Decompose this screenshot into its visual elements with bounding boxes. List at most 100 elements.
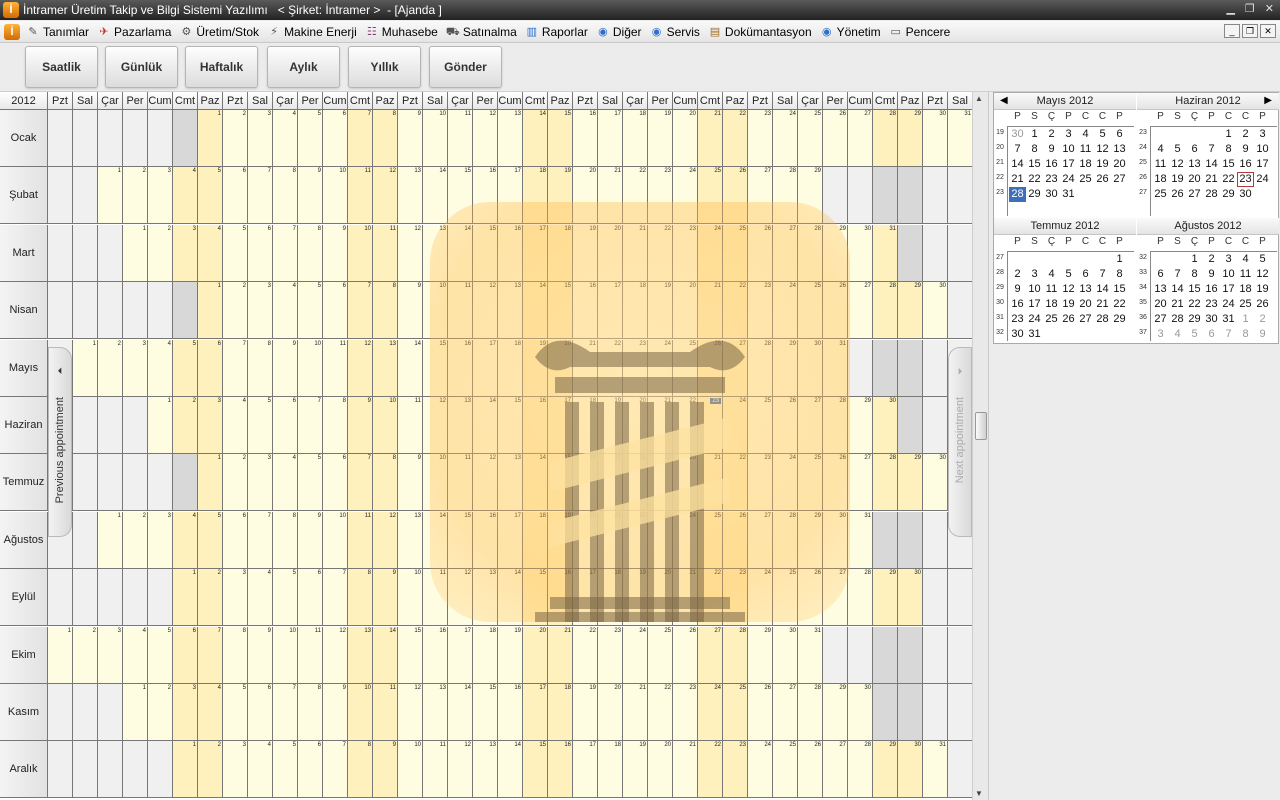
mini-day[interactable]: 9 <box>1254 327 1271 342</box>
day-cell[interactable]: 1 <box>48 627 73 684</box>
day-cell[interactable]: 5 <box>248 397 273 454</box>
yearly-button[interactable]: Yıllık <box>348 46 421 88</box>
mini-day[interactable]: 2 <box>1254 312 1271 327</box>
day-cell[interactable]: 6 <box>173 627 198 684</box>
day-cell[interactable]: 26 <box>723 512 748 569</box>
mini-day[interactable]: 31 <box>1060 187 1077 202</box>
day-cell[interactable]: 28 <box>823 397 848 454</box>
day-cell[interactable]: 28 <box>873 110 898 167</box>
mini-day[interactable]: 15 <box>1111 282 1128 297</box>
mini-day[interactable]: 13 <box>1111 142 1128 157</box>
day-cell[interactable]: 28 <box>748 340 773 397</box>
day-cell[interactable]: 25 <box>698 512 723 569</box>
day-cell[interactable]: 25 <box>773 569 798 626</box>
day-cell[interactable]: 20 <box>573 167 598 224</box>
mini-day[interactable]: 28 <box>1009 187 1026 202</box>
mini-day[interactable]: 17 <box>1060 157 1077 172</box>
day-cell[interactable]: 18 <box>473 627 498 684</box>
day-cell[interactable]: 2 <box>123 167 148 224</box>
day-cell[interactable]: 29 <box>873 741 898 798</box>
day-cell[interactable]: 24 <box>648 340 673 397</box>
day-cell[interactable]: 23 <box>748 282 773 339</box>
mini-day[interactable]: 17 <box>1254 157 1271 172</box>
day-cell[interactable]: 1 <box>98 167 123 224</box>
day-cell[interactable]: 22 <box>723 110 748 167</box>
mini-day[interactable]: 23 <box>1043 172 1060 187</box>
day-cell[interactable]: 9 <box>323 684 348 741</box>
menu-item-4[interactable]: ☷ Muhasebe <box>363 22 444 42</box>
mini-day[interactable]: 17 <box>1026 297 1043 312</box>
day-cell[interactable]: 29 <box>748 627 773 684</box>
mini-day[interactable]: 11 <box>1043 282 1060 297</box>
day-cell[interactable]: 11 <box>323 340 348 397</box>
monthly-button[interactable]: Aylık <box>267 46 340 88</box>
day-cell[interactable]: 3 <box>173 225 198 282</box>
day-cell[interactable]: 22 <box>698 741 723 798</box>
day-cell[interactable]: 4 <box>123 627 148 684</box>
day-cell[interactable]: 15 <box>548 454 573 511</box>
menu-item-6[interactable]: ▥ Raporlar <box>523 22 594 42</box>
mini-day[interactable]: 25 <box>1152 187 1169 202</box>
day-cell[interactable]: 29 <box>798 512 823 569</box>
day-cell[interactable]: 29 <box>823 225 848 282</box>
mini-day[interactable]: 4 <box>1237 252 1254 267</box>
menu-item-0[interactable]: ✎ Tanımlar <box>24 22 95 42</box>
day-cell[interactable]: 21 <box>673 569 698 626</box>
day-cell[interactable]: 3 <box>148 512 173 569</box>
day-cell[interactable]: 15 <box>548 282 573 339</box>
day-cell[interactable]: 21 <box>698 282 723 339</box>
mini-day[interactable]: 1 <box>1026 127 1043 142</box>
next-appointment-tab[interactable]: ⏵ Next appointment <box>948 347 972 537</box>
day-cell[interactable]: 23 <box>673 684 698 741</box>
day-cell[interactable]: 25 <box>698 167 723 224</box>
day-cell[interactable]: 26 <box>773 397 798 454</box>
day-cell[interactable]: 21 <box>623 684 648 741</box>
mini-day[interactable]: 18 <box>1237 282 1254 297</box>
menu-item-8[interactable]: ◉ Servis <box>648 22 706 42</box>
day-cell[interactable]: 3 <box>248 110 273 167</box>
day-cell[interactable]: 28 <box>773 512 798 569</box>
day-cell[interactable]: 25 <box>798 454 823 511</box>
day-cell[interactable]: 17 <box>523 684 548 741</box>
mini-day[interactable]: 25 <box>1043 312 1060 327</box>
scroll-down-icon[interactable]: ▼ <box>975 789 983 798</box>
mini-day[interactable]: 3 <box>1254 127 1271 142</box>
day-cell[interactable]: 20 <box>598 684 623 741</box>
day-cell[interactable]: 28 <box>848 741 873 798</box>
day-cell[interactable]: 18 <box>598 569 623 626</box>
day-cell[interactable]: 23 <box>648 512 673 569</box>
day-cell[interactable]: 15 <box>498 397 523 454</box>
day-cell[interactable]: 9 <box>298 512 323 569</box>
day-cell[interactable]: 29 <box>898 454 923 511</box>
day-cell[interactable]: 13 <box>473 569 498 626</box>
mini-day[interactable]: 18 <box>1077 157 1094 172</box>
day-cell[interactable]: 11 <box>373 684 398 741</box>
day-cell[interactable]: 24 <box>773 110 798 167</box>
day-cell[interactable]: 2 <box>198 741 223 798</box>
day-cell[interactable]: 18 <box>623 454 648 511</box>
day-cell[interactable]: 14 <box>448 684 473 741</box>
day-cell[interactable]: 27 <box>748 512 773 569</box>
day-cell[interactable]: 6 <box>223 167 248 224</box>
day-cell[interactable]: 19 <box>648 110 673 167</box>
day-cell[interactable]: 1 <box>198 282 223 339</box>
day-cell[interactable]: 12 <box>348 340 373 397</box>
day-cell[interactable]: 15 <box>548 110 573 167</box>
mini-day[interactable]: 8 <box>1186 267 1203 282</box>
day-cell[interactable]: 24 <box>698 684 723 741</box>
day-cell[interactable]: 6 <box>223 512 248 569</box>
day-cell[interactable]: 7 <box>298 397 323 454</box>
day-cell[interactable]: 11 <box>348 512 373 569</box>
mini-day[interactable]: 26 <box>1169 187 1186 202</box>
day-cell[interactable]: 29 <box>798 167 823 224</box>
mini-day[interactable]: 9 <box>1203 267 1220 282</box>
day-cell[interactable]: 15 <box>523 569 548 626</box>
mini-day[interactable]: 30 <box>1237 187 1254 202</box>
day-cell[interactable]: 8 <box>373 454 398 511</box>
day-cell[interactable]: 22 <box>623 512 648 569</box>
day-cell[interactable]: 16 <box>573 110 598 167</box>
day-cell[interactable]: 28 <box>773 167 798 224</box>
mini-day[interactable]: 26 <box>1094 172 1111 187</box>
mini-day[interactable]: 11 <box>1077 142 1094 157</box>
day-cell[interactable]: 18 <box>548 225 573 282</box>
